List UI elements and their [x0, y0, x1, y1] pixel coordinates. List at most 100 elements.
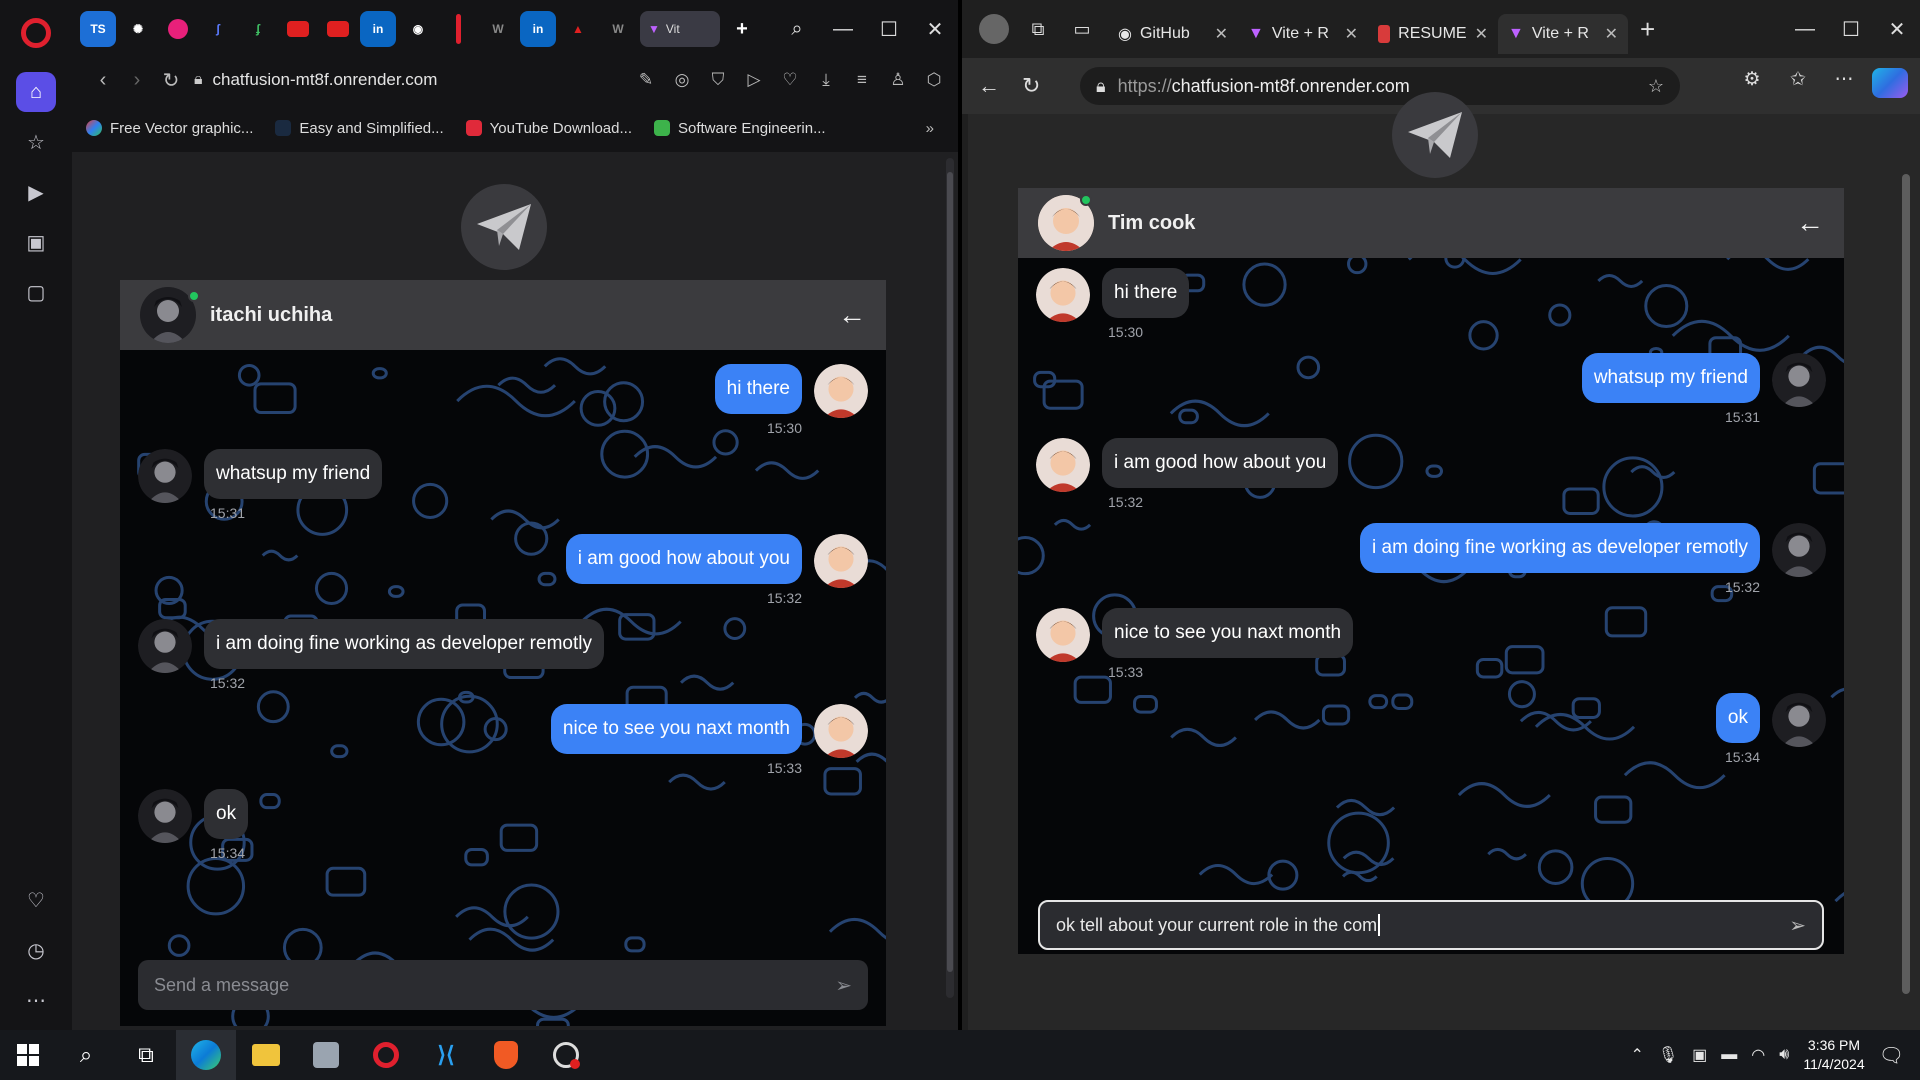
more-icon[interactable]: ⋯	[1826, 68, 1862, 104]
send-icon[interactable]: ➢	[1789, 913, 1806, 938]
battery-icon[interactable]: ▬	[1721, 1046, 1737, 1064]
tab-vite[interactable]: ▼ Vite + R ✕	[1238, 14, 1368, 54]
close-button[interactable]: ✕	[1874, 17, 1920, 42]
new-tab-button[interactable]: +	[724, 11, 760, 47]
send-icon[interactable]: ▷	[738, 70, 770, 90]
message-input[interactable]: ok tell about your current role in the c…	[1038, 900, 1824, 950]
url-text[interactable]: chatfusion-mt8f.onrender.com	[213, 70, 438, 90]
heart-icon[interactable]: ♡	[16, 880, 56, 920]
forward-icon[interactable]: ›	[120, 69, 154, 92]
extensions-icon[interactable]: ⬡	[918, 70, 950, 90]
history-icon[interactable]: ◷	[16, 930, 56, 970]
app-icon[interactable]	[296, 1030, 356, 1080]
edge-scrollbar[interactable]	[1902, 114, 1912, 1014]
edge-app-icon[interactable]	[176, 1030, 236, 1080]
back-icon[interactable]: ‹	[86, 69, 120, 92]
tab-resume[interactable]: RESUME ✕	[1368, 14, 1498, 54]
tab-openai-icon[interactable]: ✺	[120, 11, 156, 47]
tab-youtube-icon[interactable]	[320, 11, 356, 47]
search-icon[interactable]: ⌕	[774, 18, 820, 41]
back-arrow-icon[interactable]: ←	[838, 299, 866, 331]
file-explorer-icon[interactable]	[236, 1030, 296, 1080]
opera-app-icon[interactable]	[356, 1030, 416, 1080]
minimize-button[interactable]: —	[1782, 18, 1828, 41]
search-icon[interactable]: ⌕	[56, 1030, 116, 1080]
briefcase-icon[interactable]: ▣	[16, 222, 56, 262]
wifi-icon[interactable]: ◠	[1751, 1045, 1765, 1065]
reload-icon[interactable]: ↻	[154, 68, 188, 93]
incoming-message: nice to see you naxt month	[1036, 608, 1354, 662]
tab-redux-icon[interactable]: ʃ	[200, 11, 236, 47]
display-icon[interactable]: ▣	[1692, 1045, 1707, 1065]
tab-actions-icon[interactable]: ▭	[1064, 11, 1100, 47]
more-bookmarks-icon[interactable]: »	[926, 120, 934, 137]
tab-linkedin-icon[interactable]: in	[360, 11, 396, 47]
chevron-up-icon[interactable]: ⌃	[1630, 1045, 1643, 1065]
tab-green-icon[interactable]: ʄ	[240, 11, 276, 47]
more-icon[interactable]: ⋯	[16, 980, 56, 1020]
message-input[interactable]: Send a message ➢	[138, 960, 868, 1010]
tab-vite-active[interactable]: ▼ Vit	[640, 11, 720, 47]
camera-icon[interactable]: ◎	[666, 70, 698, 90]
minimize-button[interactable]: —	[820, 18, 866, 41]
easy-setup-icon[interactable]: ≡	[846, 70, 878, 90]
profile-icon[interactable]: ♙	[882, 70, 914, 90]
player-icon[interactable]: ▶	[16, 172, 56, 212]
tab-red-icon[interactable]: ▲	[560, 11, 596, 47]
doodle-shape	[1630, 465, 1676, 479]
volume-icon[interactable]: 🔊︎	[1779, 1046, 1789, 1064]
task-view-icon[interactable]: ⧉	[116, 1030, 176, 1080]
edit-icon[interactable]: ✎	[630, 70, 662, 90]
close-button[interactable]: ✕	[912, 17, 958, 42]
back-icon[interactable]: ←	[978, 73, 1022, 99]
notifications-icon[interactable]: 🗨︎	[1879, 1043, 1904, 1068]
star-icon[interactable]: ☆	[16, 122, 56, 162]
start-button[interactable]	[0, 1030, 56, 1080]
new-tab-button[interactable]: +	[1640, 14, 1655, 45]
bookmark-item[interactable]: Free Vector graphic...	[86, 120, 253, 137]
recorder-app-icon[interactable]	[536, 1030, 596, 1080]
home-icon[interactable]: ⌂	[16, 72, 56, 112]
close-tab-icon[interactable]: ✕	[1475, 24, 1488, 44]
tab-github[interactable]: ◉ GitHub ✕	[1108, 14, 1238, 54]
workspaces-icon[interactable]: ⧉	[1020, 11, 1056, 47]
reload-icon[interactable]: ↻	[1022, 73, 1066, 99]
bookmark-item[interactable]: YouTube Download...	[465, 120, 632, 137]
tab-pink-icon[interactable]	[160, 11, 196, 47]
brave-app-icon[interactable]	[476, 1030, 536, 1080]
chat-messages: hi there 15:30 whatsup my friend 15:31 i am …	[1018, 258, 1844, 954]
tab-vite-active[interactable]: ▼ Vite + R ✕	[1498, 14, 1628, 54]
close-tab-icon[interactable]: ✕	[1215, 24, 1228, 44]
maximize-button[interactable]: ☐	[866, 17, 912, 42]
clock[interactable]: 3:36 PM 11/4/2024	[1803, 1036, 1864, 1074]
favorite-star-icon[interactable]: ☆	[1648, 76, 1664, 97]
opera-logo-icon[interactable]	[21, 18, 51, 48]
url-field[interactable]: 🔒︎ https://chatfusion-mt8f.onrender.com …	[1080, 67, 1680, 105]
heart-icon[interactable]: ♡	[774, 70, 806, 90]
microphone-icon[interactable]: 🎙︎	[1658, 1045, 1678, 1065]
download-icon[interactable]: ⤓	[810, 70, 842, 90]
bookmark-item[interactable]: Easy and Simplified...	[275, 120, 444, 137]
profile-avatar-icon[interactable]	[976, 11, 1012, 47]
copilot-icon[interactable]	[1872, 68, 1908, 104]
bag-icon[interactable]: ▢	[16, 272, 56, 312]
favorites-icon[interactable]: ✩	[1780, 68, 1816, 104]
tab-github-icon[interactable]: ◉	[400, 11, 436, 47]
shield-icon[interactable]: ⛉	[702, 70, 734, 90]
send-icon[interactable]: ➢	[835, 973, 852, 998]
tab-w-icon[interactable]: W	[480, 11, 516, 47]
bookmark-item[interactable]: Software Engineerin...	[653, 120, 826, 137]
close-tab-icon[interactable]: ✕	[1345, 24, 1358, 44]
doodle-shape	[823, 767, 862, 796]
message-avatar	[138, 789, 192, 843]
tab-w-icon[interactable]: W	[600, 11, 636, 47]
tab-linkedin-icon[interactable]: in	[520, 11, 556, 47]
maximize-button[interactable]: ☐	[1828, 17, 1874, 42]
back-arrow-icon[interactable]: ←	[1796, 207, 1824, 239]
extensions-icon[interactable]: ⚙	[1734, 68, 1770, 104]
tab-ts-icon[interactable]: TS	[80, 11, 116, 47]
close-tab-icon[interactable]: ✕	[1605, 24, 1618, 44]
tab-youtube-icon[interactable]	[280, 11, 316, 47]
opera-scrollbar[interactable]	[946, 158, 954, 998]
vscode-app-icon[interactable]: ⟩⟨	[416, 1030, 476, 1080]
